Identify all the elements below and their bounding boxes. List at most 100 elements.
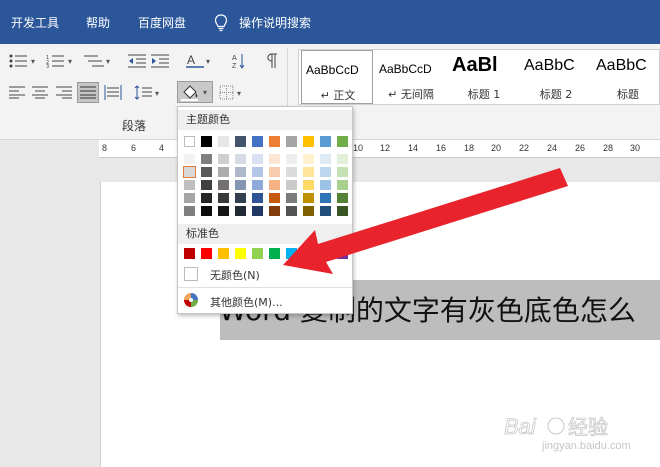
theme-shade-swatch[interactable] <box>269 167 280 177</box>
theme-shade-swatch[interactable] <box>303 154 314 164</box>
theme-shade-swatch[interactable] <box>252 206 263 216</box>
theme-color-swatch[interactable] <box>337 136 348 147</box>
standard-color-swatch[interactable] <box>320 248 331 259</box>
theme-shade-swatch[interactable] <box>286 167 297 177</box>
theme-color-swatch[interactable] <box>184 136 195 147</box>
shading-button-active[interactable]: ▾ <box>177 81 213 103</box>
chevron-down-icon[interactable]: ▾ <box>68 57 72 66</box>
bullets-icon[interactable] <box>9 54 29 68</box>
theme-shade-swatch[interactable] <box>183 166 196 178</box>
theme-shade-swatch[interactable] <box>303 206 314 216</box>
standard-color-swatch[interactable] <box>252 248 263 259</box>
theme-shade-swatch[interactable] <box>337 206 348 216</box>
theme-shade-swatch[interactable] <box>269 180 280 190</box>
chevron-down-icon[interactable]: ▾ <box>106 57 110 66</box>
style-heading-1[interactable]: AaBl 标题 1 <box>448 50 520 104</box>
theme-shade-swatch[interactable] <box>320 180 331 190</box>
theme-shade-swatch[interactable] <box>320 206 331 216</box>
theme-shade-swatch[interactable] <box>235 193 246 203</box>
theme-color-swatch[interactable] <box>320 136 331 147</box>
theme-shade-swatch[interactable] <box>320 154 331 164</box>
theme-color-swatch[interactable] <box>286 136 297 147</box>
justify-button-selected[interactable] <box>77 82 99 103</box>
theme-shade-swatch[interactable] <box>252 167 263 177</box>
align-left-icon[interactable] <box>9 86 25 99</box>
chevron-down-icon[interactable]: ▾ <box>206 57 210 66</box>
theme-shade-swatch[interactable] <box>303 180 314 190</box>
borders-icon[interactable] <box>219 85 234 100</box>
style-heading-2[interactable]: AaBbC 标题 2 <box>520 50 592 104</box>
theme-shade-swatch[interactable] <box>337 154 348 164</box>
tab-developer-tools[interactable]: 开发工具 <box>11 16 59 30</box>
style-normal[interactable]: AaBbCcD ↵ 正文 <box>301 50 373 104</box>
chevron-down-icon[interactable]: ▾ <box>237 89 241 98</box>
theme-shade-swatch[interactable] <box>269 154 280 164</box>
align-center-icon[interactable] <box>32 86 48 99</box>
standard-color-swatch[interactable] <box>337 248 348 259</box>
chevron-down-icon[interactable]: ▾ <box>155 89 159 98</box>
theme-color-swatch[interactable] <box>218 136 229 147</box>
theme-shade-swatch[interactable] <box>269 206 280 216</box>
theme-shade-swatch[interactable] <box>337 193 348 203</box>
decrease-indent-icon[interactable] <box>128 54 146 68</box>
numbering-icon[interactable]: 1 2 3 <box>46 54 66 68</box>
theme-shade-swatch[interactable] <box>184 193 195 203</box>
theme-shade-swatch[interactable] <box>218 154 229 164</box>
more-colors-option[interactable]: 其他颜色(M)... <box>210 294 283 310</box>
theme-shade-swatch[interactable] <box>286 206 297 216</box>
theme-shade-swatch[interactable] <box>303 193 314 203</box>
theme-shade-swatch[interactable] <box>235 154 246 164</box>
theme-shade-swatch[interactable] <box>286 193 297 203</box>
theme-shade-swatch[interactable] <box>201 154 212 164</box>
standard-color-swatch[interactable] <box>201 248 212 259</box>
multilevel-list-icon[interactable] <box>84 54 104 68</box>
standard-color-swatch[interactable] <box>303 248 314 259</box>
theme-shade-swatch[interactable] <box>252 180 263 190</box>
theme-shade-swatch[interactable] <box>235 167 246 177</box>
theme-shade-swatch[interactable] <box>320 193 331 203</box>
sort-icon[interactable]: A Z <box>232 52 246 70</box>
theme-shade-swatch[interactable] <box>235 180 246 190</box>
theme-shade-swatch[interactable] <box>218 206 229 216</box>
chinese-layout-icon[interactable]: A <box>186 52 204 68</box>
tell-me-search[interactable]: 操作说明搜索 <box>239 16 311 30</box>
theme-color-swatch[interactable] <box>269 136 280 147</box>
standard-color-swatch[interactable] <box>184 248 195 259</box>
style-no-spacing[interactable]: AaBbCcD ↵ 无间隔 <box>375 50 447 104</box>
theme-color-swatch[interactable] <box>235 136 246 147</box>
lightbulb-icon[interactable] <box>214 14 228 32</box>
theme-color-swatch[interactable] <box>201 136 212 147</box>
theme-shade-swatch[interactable] <box>201 167 212 177</box>
theme-shade-swatch[interactable] <box>201 193 212 203</box>
theme-shade-swatch[interactable] <box>184 180 195 190</box>
theme-shade-swatch[interactable] <box>201 206 212 216</box>
theme-shade-swatch[interactable] <box>269 193 280 203</box>
chevron-down-icon[interactable]: ▾ <box>31 57 35 66</box>
standard-color-swatch[interactable] <box>269 248 280 259</box>
standard-color-swatch[interactable] <box>218 248 229 259</box>
tab-baidu-netdisk[interactable]: 百度网盘 <box>138 16 186 30</box>
theme-color-swatch[interactable] <box>252 136 263 147</box>
theme-shade-swatch[interactable] <box>218 180 229 190</box>
show-formatting-marks-icon[interactable] <box>264 53 278 69</box>
theme-shade-swatch[interactable] <box>337 180 348 190</box>
style-title[interactable]: AaBbC 标题 <box>592 50 660 104</box>
theme-shade-swatch[interactable] <box>337 167 348 177</box>
theme-shade-swatch[interactable] <box>320 167 331 177</box>
theme-shade-swatch[interactable] <box>252 154 263 164</box>
no-color-option[interactable]: 无颜色(N) <box>210 267 260 283</box>
tab-help[interactable]: 帮助 <box>86 16 110 30</box>
standard-color-swatch[interactable] <box>235 248 246 259</box>
theme-shade-swatch[interactable] <box>218 193 229 203</box>
theme-shade-swatch[interactable] <box>286 154 297 164</box>
theme-shade-swatch[interactable] <box>303 167 314 177</box>
theme-shade-swatch[interactable] <box>184 154 195 164</box>
theme-shade-swatch[interactable] <box>252 193 263 203</box>
increase-indent-icon[interactable] <box>151 54 169 68</box>
theme-shade-swatch[interactable] <box>235 206 246 216</box>
line-spacing-icon[interactable] <box>134 85 152 100</box>
theme-shade-swatch[interactable] <box>286 180 297 190</box>
theme-shade-swatch[interactable] <box>201 180 212 190</box>
standard-color-swatch[interactable] <box>286 248 297 259</box>
theme-shade-swatch[interactable] <box>218 167 229 177</box>
